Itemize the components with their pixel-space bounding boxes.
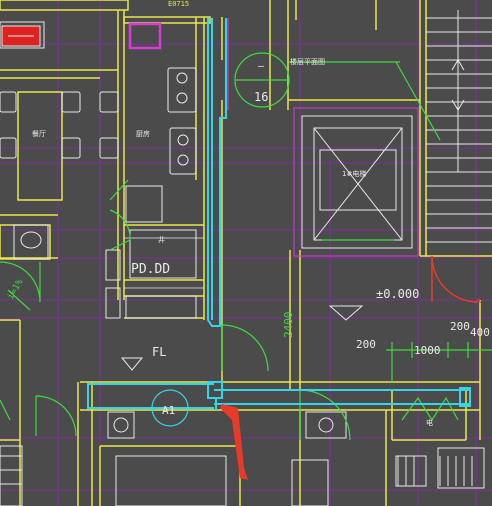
small-a-label: A — [476, 297, 481, 305]
dim-1000: 1000 — [414, 344, 441, 357]
elevation-label: ±0.000 — [376, 287, 419, 301]
red-arrow-annotation — [220, 404, 248, 480]
slope-label: i=1% — [6, 277, 26, 301]
floor-plan-svg: 餐厅 厨房 PD.DD FL A1 16 — 1#电梯 ±0.000 200 1… — [0, 0, 492, 506]
dining-label: 餐厅 — [32, 129, 46, 138]
cad-drawing-canvas[interactable]: 餐厅 厨房 PD.DD FL A1 16 — 1#电梯 ±0.000 200 1… — [0, 0, 492, 506]
dim-200-left: 200 — [356, 338, 376, 351]
floor-plan-note: 楼层平面图 — [290, 57, 325, 66]
fire-label: FL — [152, 345, 166, 359]
dim-400: 400 — [470, 326, 490, 339]
pipe-well-label: PD.DD — [131, 262, 170, 277]
top-tag: E0715 — [168, 0, 189, 8]
kitchen-label: 厨房 — [136, 129, 150, 138]
grid-dash: — — [258, 61, 265, 72]
column-tag: A1 — [162, 404, 175, 417]
text-labels: 餐厅 厨房 PD.DD FL A1 16 — 1#电梯 ±0.000 200 1… — [32, 0, 490, 427]
elevator-label: 1#电梯 — [342, 169, 366, 178]
grid-number: 16 — [254, 90, 268, 104]
room-label-right: 电 — [426, 418, 433, 427]
fire-door — [431, 255, 479, 303]
dim-2400: 2400 — [282, 312, 295, 339]
well-label: 井 — [158, 235, 165, 244]
dim-200-right: 200 — [450, 320, 470, 333]
alarm-symbol — [1, 25, 41, 47]
